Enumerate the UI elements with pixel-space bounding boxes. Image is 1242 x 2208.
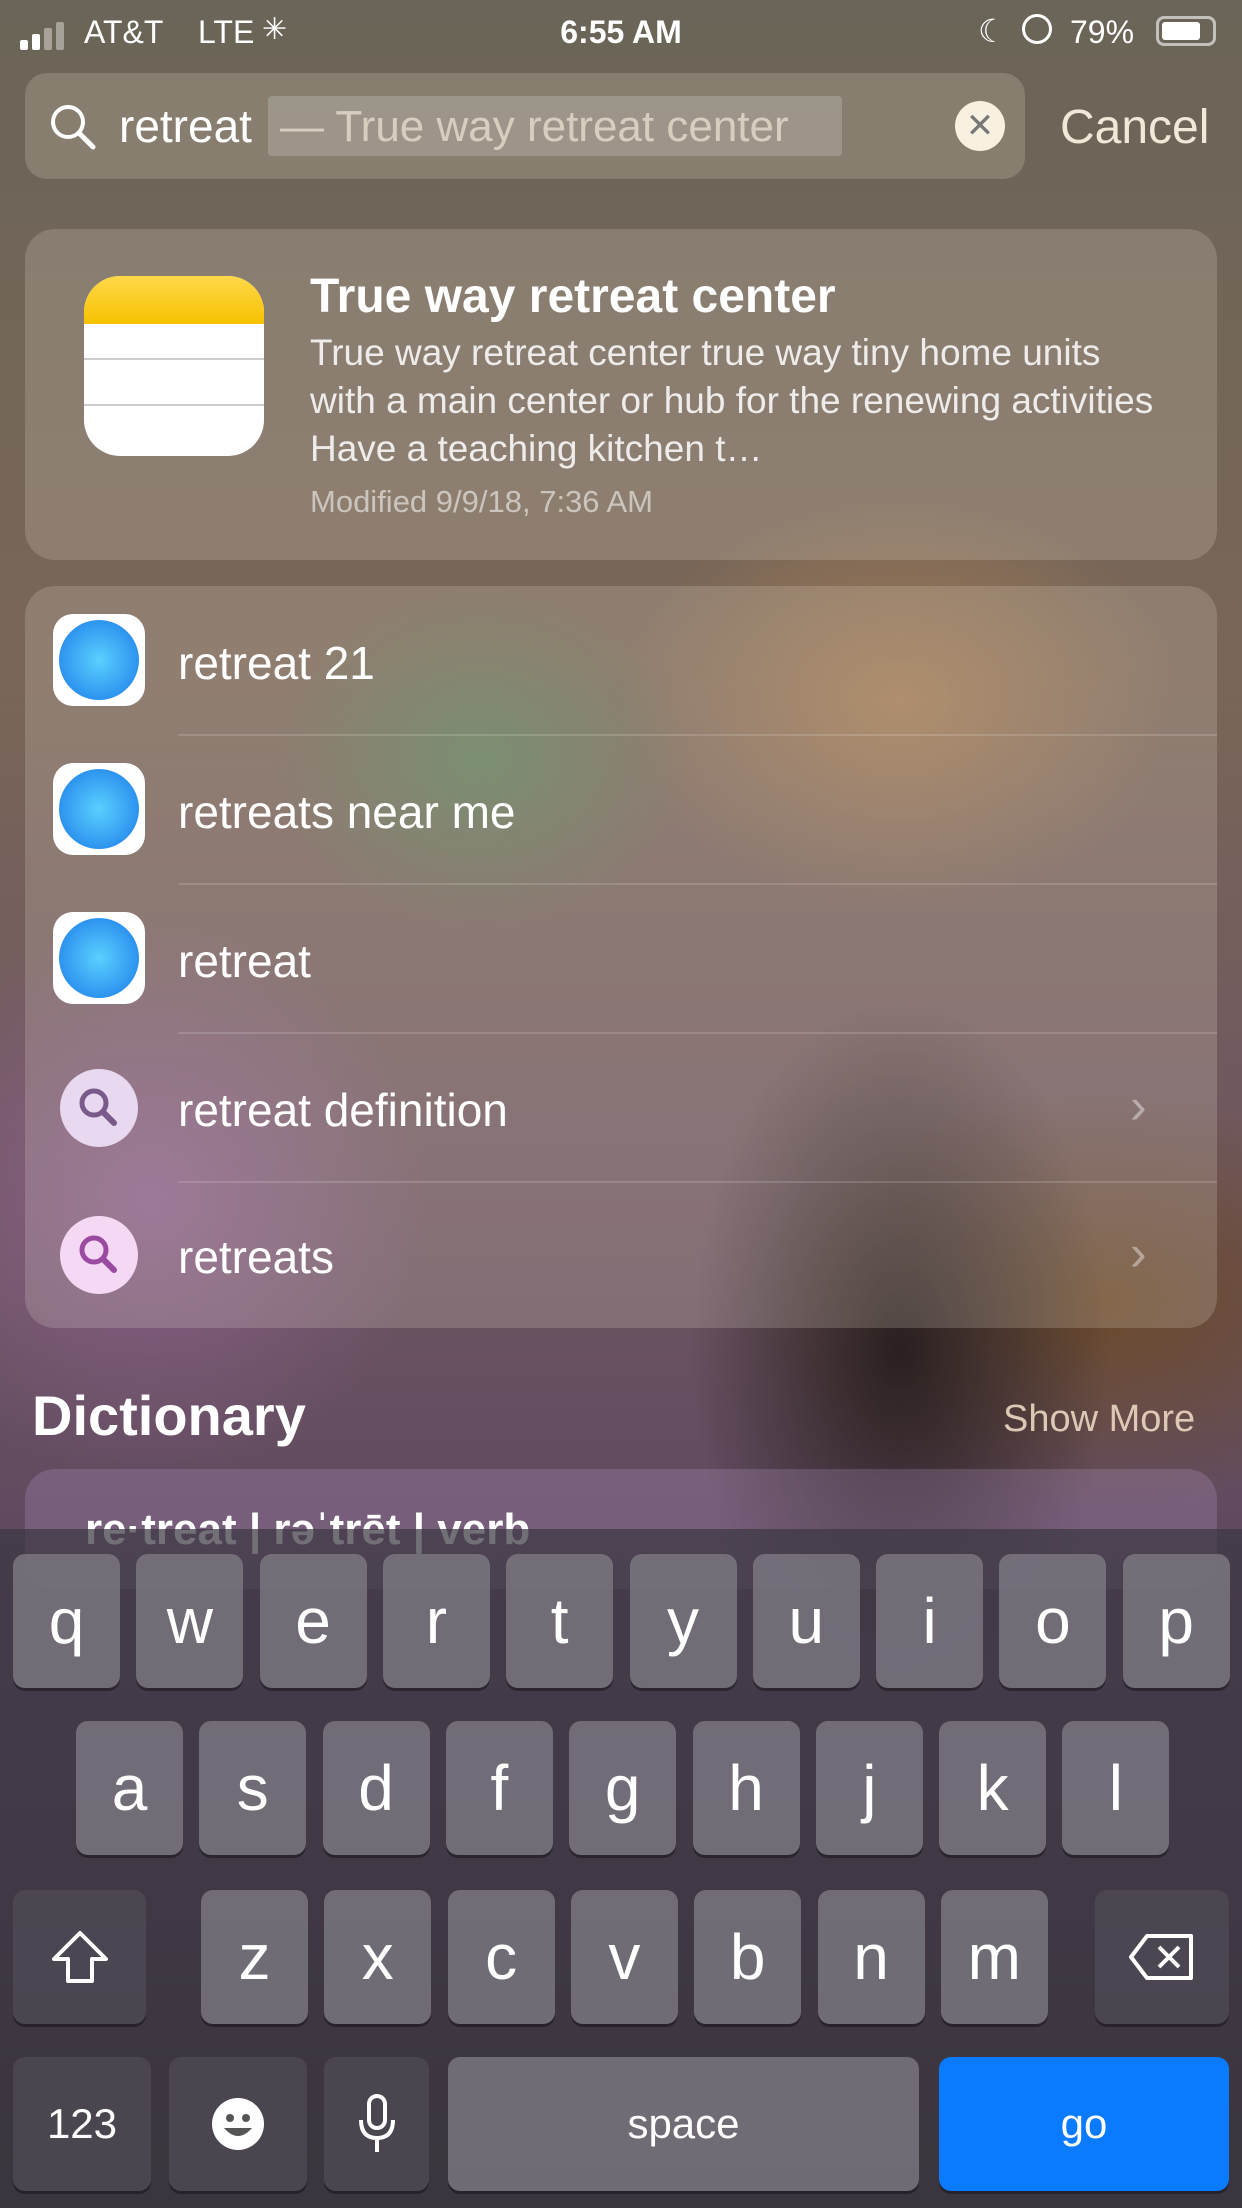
dictionary-header: Dictionary — [32, 1384, 306, 1447]
key-m[interactable]: m — [940, 1890, 1048, 2024]
space-key[interactable]: space — [448, 2057, 919, 2191]
top-hit-snippet: True way retreat center true way tiny ho… — [310, 332, 1154, 469]
key-b[interactable]: b — [694, 1890, 802, 2024]
search-query: retreat — [119, 100, 252, 152]
emoji-icon — [212, 2098, 264, 2150]
go-key[interactable]: go — [939, 2057, 1229, 2191]
search-icon — [60, 1216, 138, 1294]
list-item[interactable]: retreat 21 — [25, 586, 1217, 735]
result-label: retreats — [178, 1231, 334, 1283]
result-label: retreat definition — [178, 1084, 508, 1136]
search-field[interactable]: retreat — True way retreat center ✕ — [25, 73, 1025, 179]
shift-icon — [51, 1931, 108, 1983]
key-z[interactable]: z — [201, 1890, 308, 2024]
key-n[interactable]: n — [817, 1890, 925, 2024]
search-icon — [60, 1069, 138, 1147]
keyboard: 123 space go qwertyuiop asdfghjkl zxcvbnm — [0, 1529, 1242, 2208]
key-i[interactable]: i — [876, 1554, 984, 1688]
top-hit-title: True way retreat center — [310, 270, 836, 323]
battery-percent: 79% — [1070, 14, 1135, 50]
key-a[interactable]: a — [76, 1721, 183, 1855]
search-icon — [51, 105, 96, 150]
list-item[interactable]: retreat — [25, 884, 1217, 1033]
key-l[interactable]: l — [1062, 1721, 1170, 1855]
list-item[interactable]: retreats › — [25, 1182, 1217, 1328]
key-t[interactable]: t — [506, 1554, 614, 1688]
shift-key[interactable] — [13, 1890, 146, 2024]
clear-icon[interactable]: ✕ — [955, 101, 1005, 151]
dictation-key[interactable] — [324, 2057, 429, 2191]
delete-key[interactable] — [1095, 1890, 1229, 2024]
key-p[interactable]: p — [1122, 1554, 1230, 1688]
rotation-lock-icon — [1022, 14, 1052, 44]
show-more-button[interactable]: Show More — [1003, 1398, 1195, 1441]
battery-icon — [1156, 16, 1216, 46]
cancel-button[interactable]: Cancel — [1060, 100, 1209, 155]
key-g[interactable]: g — [569, 1721, 677, 1855]
emoji-key[interactable] — [169, 2057, 307, 2191]
list-item[interactable]: retreat definition › — [25, 1033, 1217, 1182]
time: 6:55 AM — [560, 14, 682, 50]
key-d[interactable]: d — [322, 1721, 430, 1855]
key-k[interactable]: k — [939, 1721, 1047, 1855]
safari-icon — [53, 614, 145, 706]
result-label: retreats near me — [178, 786, 516, 838]
key-r[interactable]: r — [382, 1554, 490, 1688]
safari-icon — [53, 763, 145, 855]
results-card: retreat 21 retreats near me retreat retr… — [25, 586, 1217, 1328]
delete-icon — [1129, 1934, 1193, 1980]
key-v[interactable]: v — [570, 1890, 678, 2024]
list-item[interactable]: retreats near me — [25, 735, 1217, 884]
search-suggestion[interactable]: — True way retreat center — [268, 96, 842, 156]
key-x[interactable]: x — [324, 1890, 432, 2024]
key-o[interactable]: o — [999, 1554, 1107, 1688]
key-h[interactable]: h — [692, 1721, 800, 1855]
key-e[interactable]: e — [259, 1554, 367, 1688]
top-hit-modified: Modified 9/9/18, 7:36 AM — [310, 484, 653, 519]
notes-icon — [84, 276, 264, 456]
moon-icon: ☾ — [978, 13, 1007, 49]
key-y[interactable]: y — [629, 1554, 737, 1688]
key-w[interactable]: w — [136, 1554, 244, 1688]
safari-icon — [53, 912, 145, 1004]
key-u[interactable]: u — [752, 1554, 860, 1688]
numbers-key[interactable]: 123 — [13, 2057, 151, 2191]
key-j[interactable]: j — [815, 1721, 923, 1855]
result-label: retreat — [178, 935, 311, 987]
key-s[interactable]: s — [199, 1721, 307, 1855]
key-q[interactable]: q — [13, 1554, 120, 1688]
chevron-right-icon: › — [1130, 1078, 1147, 1134]
result-label: retreat 21 — [178, 637, 375, 689]
key-f[interactable]: f — [445, 1721, 553, 1855]
status-bar: AT&T LTE ✳ 6:55 AM ☾ 79% — [0, 0, 1242, 62]
key-c[interactable]: c — [447, 1890, 555, 2024]
microphone-icon — [358, 2094, 395, 2152]
top-hit-card[interactable]: True way retreat center True way retreat… — [25, 229, 1217, 560]
chevron-right-icon: › — [1130, 1225, 1147, 1281]
